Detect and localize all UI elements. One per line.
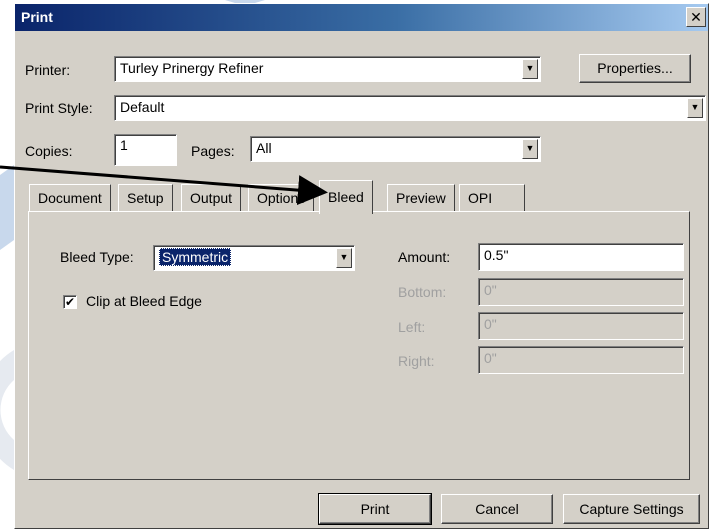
- print-button[interactable]: Print: [318, 493, 432, 525]
- tab-document[interactable]: Document: [29, 184, 111, 212]
- print-dialog: Print ✕ Printer: Turley Prinergy Refiner…: [14, 3, 709, 529]
- bleed-type-value: Symmetric: [159, 248, 232, 266]
- clip-bleed-checkbox[interactable]: ✔: [63, 295, 77, 309]
- chevron-down-icon[interactable]: ▼: [687, 98, 703, 118]
- properties-button[interactable]: Properties...: [579, 54, 691, 83]
- right-label: Right:: [398, 353, 435, 369]
- left-input[interactable]: 0": [478, 312, 684, 340]
- printer-label: Printer:: [25, 62, 71, 78]
- dialog-title: Print: [21, 9, 53, 25]
- tab-output[interactable]: Output: [181, 184, 242, 212]
- clip-bleed-label: Clip at Bleed Edge: [86, 293, 202, 309]
- tab-bleed[interactable]: Bleed: [319, 180, 373, 214]
- right-input[interactable]: 0": [478, 346, 684, 374]
- bottom-input[interactable]: 0": [478, 278, 684, 306]
- bleed-type-label: Bleed Type:: [60, 249, 134, 265]
- printer-value: Turley Prinergy Refiner: [120, 60, 264, 76]
- close-icon[interactable]: ✕: [686, 7, 706, 27]
- chevron-down-icon[interactable]: ▼: [522, 59, 538, 79]
- amount-label: Amount:: [398, 249, 451, 265]
- left-label: Left:: [398, 319, 426, 335]
- tab-preview[interactable]: Preview: [387, 184, 455, 212]
- print-style-value: Default: [120, 99, 165, 115]
- amount-input[interactable]: 0.5": [478, 243, 684, 271]
- bleed-type-select[interactable]: Symmetric ▼: [153, 245, 355, 271]
- printer-select[interactable]: Turley Prinergy Refiner ▼: [114, 56, 541, 82]
- capture-settings-button[interactable]: Capture Settings: [563, 494, 700, 524]
- pages-value: All: [256, 140, 272, 156]
- copies-input[interactable]: 1: [114, 134, 177, 166]
- tab-opi[interactable]: OPI: [459, 184, 525, 212]
- bottom-label: Bottom:: [398, 284, 447, 300]
- tab-options[interactable]: Options: [248, 184, 315, 212]
- pages-select[interactable]: All ▼: [250, 136, 541, 162]
- chevron-down-icon[interactable]: ▼: [522, 139, 538, 159]
- bleed-tab-panel: Bleed Type: Symmetric ▼ ✔ Clip at Bleed …: [28, 211, 690, 480]
- cancel-button[interactable]: Cancel: [441, 494, 553, 524]
- print-style-select[interactable]: Default ▼: [114, 95, 706, 121]
- tab-setup[interactable]: Setup: [118, 184, 173, 212]
- copies-label: Copies:: [25, 143, 73, 159]
- chevron-down-icon[interactable]: ▼: [336, 248, 352, 268]
- print-style-label: Print Style:: [25, 100, 93, 116]
- title-bar: Print ✕: [15, 4, 708, 31]
- pages-label: Pages:: [191, 143, 235, 159]
- checkmark-icon: ✔: [64, 295, 76, 309]
